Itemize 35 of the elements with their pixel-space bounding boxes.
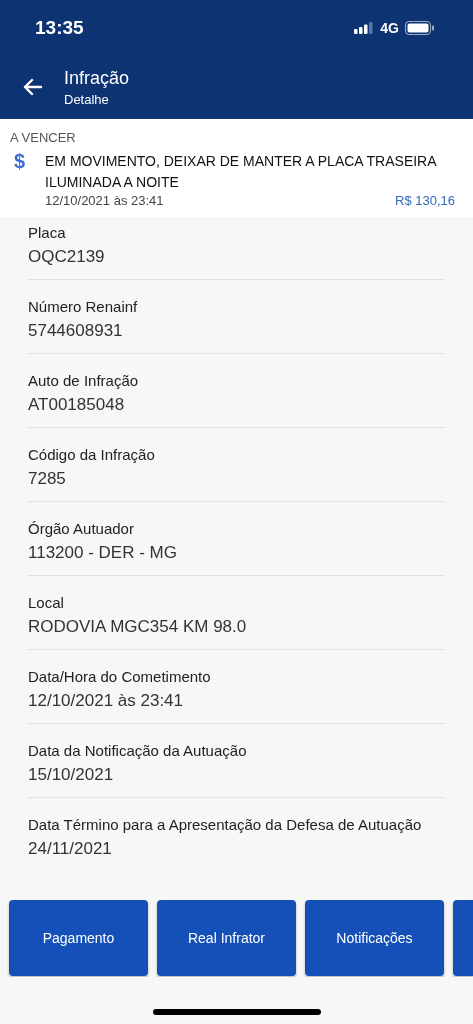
field-label: Data da Notificação da Autuação: [28, 741, 248, 761]
action-button[interactable]: Real Infrator: [157, 900, 296, 976]
field-value: 7285: [28, 468, 67, 490]
field-label: Local: [28, 593, 65, 613]
status-time: 13:35: [35, 17, 84, 39]
signal-icon: [354, 22, 375, 34]
field-label: Data/Hora do Cometimento: [28, 667, 212, 687]
field-value: RODOVIA MGC354 KM 98.0: [28, 616, 248, 638]
dollar-icon: $: [10, 151, 45, 208]
field-value: 5744608931: [28, 320, 124, 342]
back-arrow-icon[interactable]: [22, 78, 42, 96]
field-label: Placa: [28, 223, 67, 243]
battery-icon: [405, 21, 435, 35]
field-value: 24/11/2021: [28, 838, 113, 860]
status-label: A VENCER: [10, 130, 77, 145]
infraction-datetime: 12/10/2021 às 23:41: [45, 193, 164, 208]
infraction-amount: R$ 130,16: [395, 193, 455, 208]
field-label: Código da Infração: [28, 445, 156, 465]
field-label: Número Renainf: [28, 297, 139, 317]
screen-subtitle: Detalhe: [64, 91, 110, 107]
field-label: Data Término para a Apresentação da Defesa de Autuação: [28, 815, 423, 835]
screen-title: Infração: [64, 67, 130, 89]
field-value: 113200 - DER - MG: [28, 542, 178, 564]
action-button[interactable]: Pagamento: [9, 900, 148, 976]
infraction-description: EM MOVIMENTO, DEIXAR DE MANTER A PLACA TRASEIRA ILUMINADA A NOITE: [45, 152, 438, 192]
partial-button[interactable]: [453, 900, 473, 976]
field-label: Auto de Infração: [28, 371, 140, 391]
field-value: 12/10/2021 às 23:41: [28, 690, 185, 712]
field-value: 15/10/2021: [28, 764, 115, 786]
field-value: OQC2139: [28, 246, 106, 268]
home-indicator[interactable]: [152, 1009, 321, 1015]
field-value: AT00185048: [28, 394, 126, 416]
action-button[interactable]: Notificações: [305, 900, 444, 976]
network-label: 4G: [380, 20, 399, 36]
field-label: Órgão Autuador: [28, 519, 135, 539]
